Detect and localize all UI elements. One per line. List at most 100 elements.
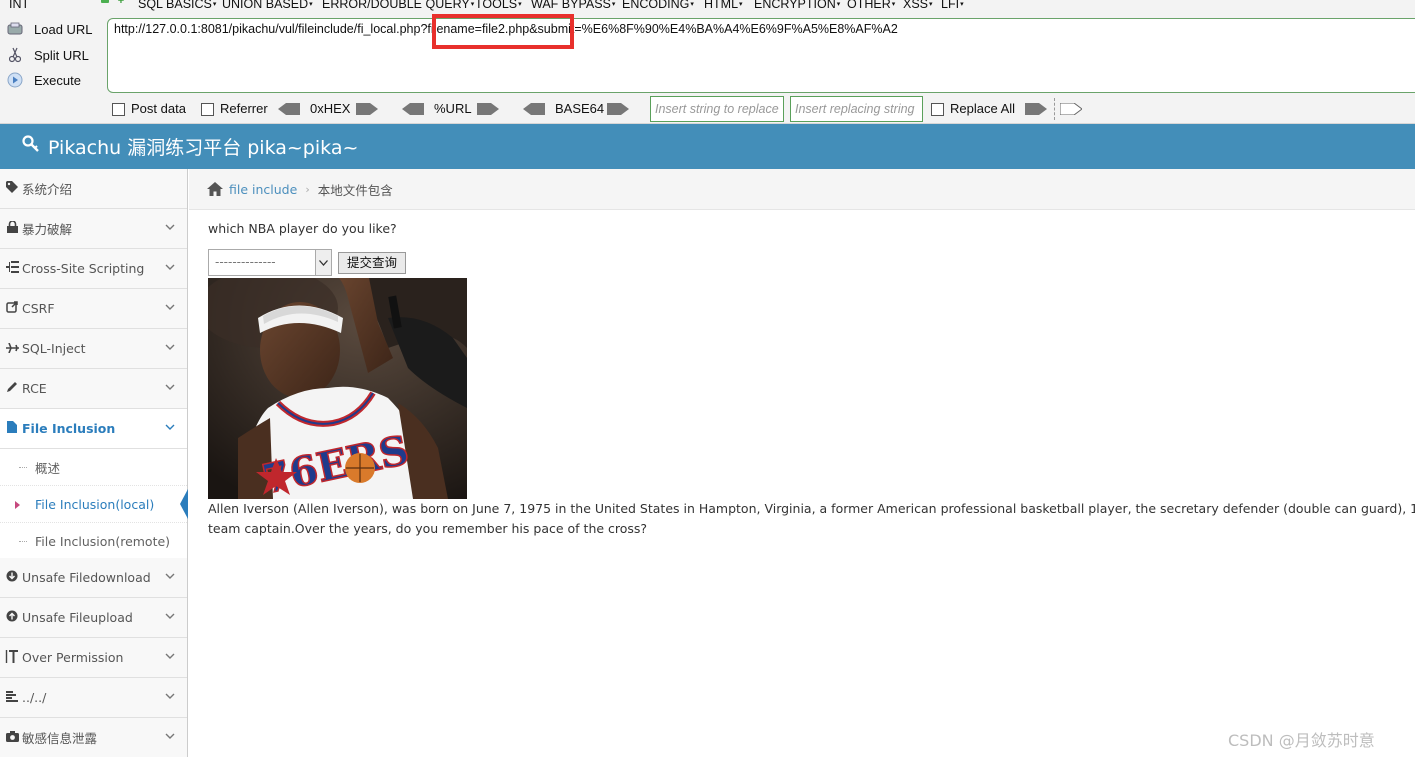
execute-button[interactable]: Execute [6,69,81,91]
chevron-down-icon [165,304,175,310]
hex-encode-right-arrow-icon[interactable] [356,103,378,115]
site-title[interactable]: Pikachu 漏洞练习平台 pika~pika~ [48,133,358,160]
menu-tools[interactable]: TOOLS [475,0,522,11]
sitemap-icon [2,261,22,276]
menu-error-double-query[interactable]: ERROR/DOUBLE QUERY [322,0,474,11]
sidebar-subitem-overview[interactable]: 概述 [0,449,187,486]
sidebar-subitem-label: 概述 [35,460,61,476]
chevron-down-icon [165,573,175,579]
sidebar-subitem-label: File Inclusion(remote) [35,533,171,549]
menu-waf-bypass[interactable]: WAF BYPASS [531,0,615,11]
post-data-checkbox[interactable] [112,103,125,116]
submit-button[interactable]: 提交查询 [338,252,406,274]
sidebar: 系统介绍 暴力破解 Cross-Site Scripting CSRF SQL-… [0,169,188,757]
chevron-down-icon [165,424,175,430]
menu-html[interactable]: HTML [704,0,743,11]
sidebar-item-csrf[interactable]: CSRF [0,289,187,329]
sidebar-item-xss[interactable]: Cross-Site Scripting [0,249,187,289]
menu-union-based[interactable]: UNION BASED [222,0,313,11]
insert-replacing-input[interactable]: Insert replacing string [790,96,923,122]
share-icon [2,301,22,316]
replace-right-arrow-icon[interactable] [1025,103,1047,115]
base64-left-arrow-icon[interactable] [523,103,545,115]
url-label: %URL [434,101,472,116]
bio-line-1: Allen Iverson (Allen Iverson), was born … [208,501,1415,516]
sidebar-item-info-leak[interactable]: 敏感信息泄露 [0,718,187,757]
camera-icon [2,730,22,745]
referrer-checkbox[interactable] [201,103,214,116]
menu-lfi[interactable]: LFI [941,0,964,11]
post-data-label: Post data [131,101,186,116]
player-select-value: -------------- [215,255,276,269]
home-icon[interactable] [206,181,224,197]
chevron-down-icon [165,693,175,699]
sidebar-item-unsafe-fileupload[interactable]: Unsafe Fileupload [0,598,187,638]
caret-right-icon [15,501,20,509]
base64-label: BASE64 [555,101,605,116]
menu-sql-basics[interactable]: SQL BASICS [138,0,216,11]
sidebar-subitem-local[interactable]: File Inclusion(local) [0,486,188,523]
key-icon [22,135,40,158]
sidebar-item-over-permission[interactable]: Over Permission [0,638,187,678]
base64-right-arrow-icon[interactable] [607,103,629,115]
play-icon [6,72,24,88]
sidebar-item-unsafe-filedownload[interactable]: Unsafe Filedownload [0,558,187,598]
tag-icon [2,181,22,196]
chevron-down-icon [165,653,175,659]
url-textarea[interactable]: http://127.0.0.1:8081/pikachu/vul/filein… [107,18,1415,93]
sidebar-item-label: CSRF [22,301,55,316]
menu-encoding[interactable]: ENCODING [622,0,694,11]
sidebar-item-rce[interactable]: RCE [0,369,187,409]
pencil-icon [2,381,22,396]
chevron-down-icon [165,733,175,739]
replace-all-label: Replace All [950,101,1016,116]
sidebar-item-brute-force[interactable]: 暴力破解 [0,209,187,249]
upload-icon [2,610,22,625]
hex-encode-left-arrow-icon[interactable] [278,103,300,115]
menu-xss[interactable]: XSS [903,0,933,11]
hackbar-toolbar: INT + SQL BASICS UNION BASED ERROR/DOUBL… [0,0,1415,124]
minus-icon[interactable] [101,0,109,3]
sidebar-item-label: ../../ [22,690,47,705]
breadcrumb-current: 本地文件包含 [317,182,393,198]
player-photo: 76ERS [208,278,467,499]
sidebar-subitem-remote[interactable]: File Inclusion(remote) [0,523,187,560]
split-url-button[interactable]: Split URL [6,44,89,66]
sidebar-item-dir-traversal[interactable]: ../../ [0,678,187,718]
url-encode-right-arrow-icon[interactable] [477,103,499,115]
menu-encryption[interactable]: ENCRYPTION [754,0,840,11]
menu-other[interactable]: OTHER [847,0,895,11]
load-url-button[interactable]: Load URL [6,18,93,40]
replace-all-arrow-icon[interactable] [1060,103,1082,115]
breadcrumb: file include › 本地文件包含 [189,169,1415,210]
site-header: Pikachu 漏洞练习平台 pika~pika~ [0,124,1415,169]
main-content: which NBA player do you like? ----------… [189,210,1415,757]
plane-icon [2,342,22,356]
file-icon [2,421,22,436]
sidebar-item-sql-inject[interactable]: SQL-Inject [0,329,187,369]
breadcrumb-separator-icon: › [305,182,310,196]
sidebar-item-intro[interactable]: 系统介绍 [0,169,187,209]
menu-int[interactable]: INT [9,0,30,11]
sidebar-item-label: 系统介绍 [22,182,73,197]
url-encode-left-arrow-icon[interactable] [402,103,424,115]
sidebar-item-label: RCE [22,381,47,396]
plus-icon[interactable]: + [116,0,126,7]
sidebar-item-file-inclusion[interactable]: File Inclusion [0,409,187,449]
player-select[interactable]: -------------- [208,249,332,276]
hex-label: 0xHEX [310,101,351,116]
sidebar-item-label: Over Permission [22,650,124,665]
split-url-label: Split URL [34,47,89,63]
insert-string-input[interactable]: Insert string to replace [650,96,784,122]
player-bio: Allen Iverson (Allen Iverson), was born … [208,499,1415,539]
sidebar-item-label: 暴力破解 [22,222,73,237]
sidebar-subitem-label: File Inclusion(local) [35,496,155,512]
lock-icon [2,220,22,236]
text-height-icon [2,649,22,666]
breadcrumb-link-file-include[interactable]: file include [229,182,297,197]
sidebar-item-label: Unsafe Fileupload [22,610,133,625]
replace-all-checkbox[interactable] [931,103,944,116]
tree-dot [19,541,27,542]
chevron-down-icon [165,224,175,230]
dropdown-arrow-icon[interactable] [315,250,331,275]
